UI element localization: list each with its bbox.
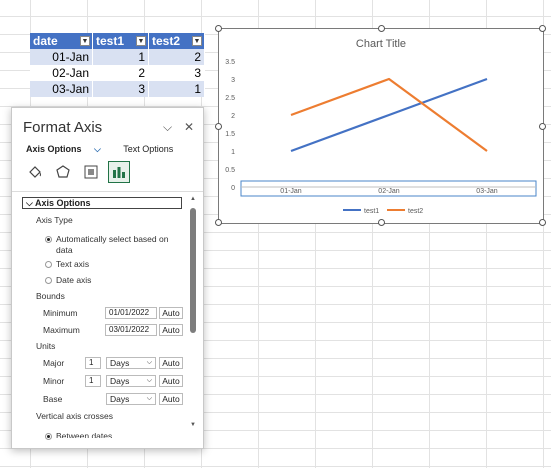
cell[interactable]: 1 (148, 81, 205, 97)
tab-text-options[interactable]: Text Options (123, 144, 173, 154)
major-label: Major (43, 358, 65, 368)
text-axis-label[interactable]: Text axis (56, 259, 89, 269)
base-auto-button[interactable]: Auto (159, 393, 183, 405)
y-tick-label: 0.5 (225, 167, 235, 174)
header-date[interactable]: date ▼ (30, 33, 93, 49)
cell[interactable]: 3 (148, 65, 205, 81)
cell[interactable]: 02-Jan (30, 65, 93, 81)
filter-dropdown-icon[interactable]: ▼ (192, 36, 202, 46)
resize-handle-s[interactable] (378, 219, 385, 226)
chevron-down-icon[interactable]: ⌵ (163, 120, 172, 135)
table-row: 03-Jan 3 1 (30, 81, 205, 97)
radio-between-dates[interactable] (45, 433, 52, 440)
y-tick-label: 3.5 (225, 59, 235, 66)
data-table: date ▼ test1 ▼ test2 ▼ 01-Jan 1 2 02-Jan 2 … (30, 33, 205, 97)
pane-scrollbar[interactable]: ▲ ▼ (190, 196, 196, 431)
y-tick-label: 3 (231, 77, 235, 84)
chevron-down-icon: ⌵ (26, 198, 33, 208)
resize-handle-nw[interactable] (215, 25, 222, 32)
x-tick-label: 01-Jan (280, 188, 302, 195)
cell[interactable]: 03-Jan (30, 81, 93, 97)
table-row: 02-Jan 2 3 (30, 65, 205, 81)
fill-line-icon[interactable] (24, 161, 46, 183)
major-auto-button[interactable]: Auto (159, 357, 183, 369)
minimum-label: Minimum (43, 308, 78, 318)
auto-select-label[interactable]: Automatically select based on (56, 234, 168, 244)
minimum-input[interactable]: 01/01/2022 (105, 307, 157, 319)
size-properties-icon[interactable] (80, 161, 102, 183)
radio-auto-select[interactable] (45, 236, 52, 243)
maximum-auto-button[interactable]: Auto (159, 324, 183, 336)
radio-date-axis[interactable] (45, 277, 52, 284)
scroll-thumb[interactable] (190, 208, 196, 333)
resize-handle-w[interactable] (215, 123, 222, 130)
cell[interactable]: 3 (92, 81, 149, 97)
scroll-down-icon[interactable]: ▼ (190, 422, 196, 428)
legend-label[interactable]: test1 (364, 208, 379, 215)
units-label: Units (36, 341, 56, 351)
cell[interactable]: 01-Jan (30, 49, 93, 65)
major-unit-select[interactable]: Days ⌵ (106, 357, 156, 369)
cell[interactable]: 1 (92, 49, 149, 65)
pane-title: Format Axis (23, 119, 103, 136)
bounds-label: Bounds (36, 291, 65, 301)
resize-handle-se[interactable] (539, 219, 546, 226)
base-label: Base (43, 394, 63, 404)
format-axis-pane: Format Axis ⌵ ✕ Axis Options ⌵ Text Opti… (11, 107, 204, 449)
header-test2[interactable]: test2 ▼ (148, 33, 205, 49)
cell[interactable]: 2 (92, 65, 149, 81)
close-icon[interactable]: ✕ (184, 120, 194, 134)
minor-unit-select[interactable]: Days ⌵ (106, 375, 156, 387)
resize-handle-sw[interactable] (215, 219, 222, 226)
minor-input[interactable]: 1 (85, 375, 101, 387)
header-test1[interactable]: test1 ▼ (92, 33, 149, 49)
x-tick-label: 03-Jan (476, 188, 498, 195)
line-chart[interactable]: Chart Title 0 0.5 1 1.5 2 2.5 3 3.5 01-Jan 02-Ja… (215, 25, 546, 226)
filter-dropdown-icon[interactable]: ▼ (80, 36, 90, 46)
y-tick-label: 2.5 (225, 95, 235, 102)
between-dates-label[interactable]: Between dates (56, 431, 112, 438)
chart-title[interactable]: Chart Title (356, 38, 406, 50)
maximum-input[interactable]: 03/01/2022 (105, 324, 157, 336)
vertical-axis-crosses-label: Vertical axis crosses (36, 411, 113, 421)
major-input[interactable]: 1 (85, 357, 101, 369)
y-tick-label: 1 (231, 149, 235, 156)
y-tick-label: 0 (231, 185, 235, 192)
chart-svg: Chart Title 0 0.5 1 1.5 2 2.5 3 3.5 01-Jan 02-Ja… (225, 38, 537, 215)
auto-select-label-2: data (56, 245, 73, 255)
minor-auto-button[interactable]: Auto (159, 375, 183, 387)
x-tick-label: 02-Jan (378, 188, 400, 195)
filter-dropdown-icon[interactable]: ▼ (136, 36, 146, 46)
y-tick-label: 1.5 (225, 131, 235, 138)
maximum-label: Maximum (43, 325, 80, 335)
series-line-test1[interactable] (290, 77, 488, 153)
legend-label[interactable]: test2 (408, 208, 423, 215)
minor-label: Minor (43, 376, 65, 386)
axis-options-icon[interactable] (108, 161, 130, 183)
chevron-down-icon: ⌵ (146, 359, 152, 366)
tab-axis-options[interactable]: Axis Options ⌵ (26, 144, 111, 154)
cell[interactable]: 2 (148, 49, 205, 65)
effects-icon[interactable] (52, 161, 74, 183)
minimum-auto-button[interactable]: Auto (159, 307, 183, 319)
base-unit-select[interactable]: Days ⌵ (106, 393, 156, 405)
y-tick-label: 2 (231, 113, 235, 120)
resize-handle-n[interactable] (378, 25, 385, 32)
resize-handle-ne[interactable] (539, 25, 546, 32)
section-axis-options[interactable]: ⌵ Axis Options (22, 197, 182, 209)
table-row: 01-Jan 1 2 (30, 49, 205, 65)
radio-text-axis[interactable] (45, 261, 52, 268)
divider (12, 191, 203, 192)
resize-handle-e[interactable] (539, 123, 546, 130)
scroll-up-icon[interactable]: ▲ (190, 196, 196, 202)
chevron-down-icon: ⌵ (146, 395, 152, 402)
axis-type-label: Axis Type (36, 215, 73, 225)
chevron-down-icon: ⌵ (146, 377, 152, 384)
date-axis-label[interactable]: Date axis (56, 275, 91, 285)
